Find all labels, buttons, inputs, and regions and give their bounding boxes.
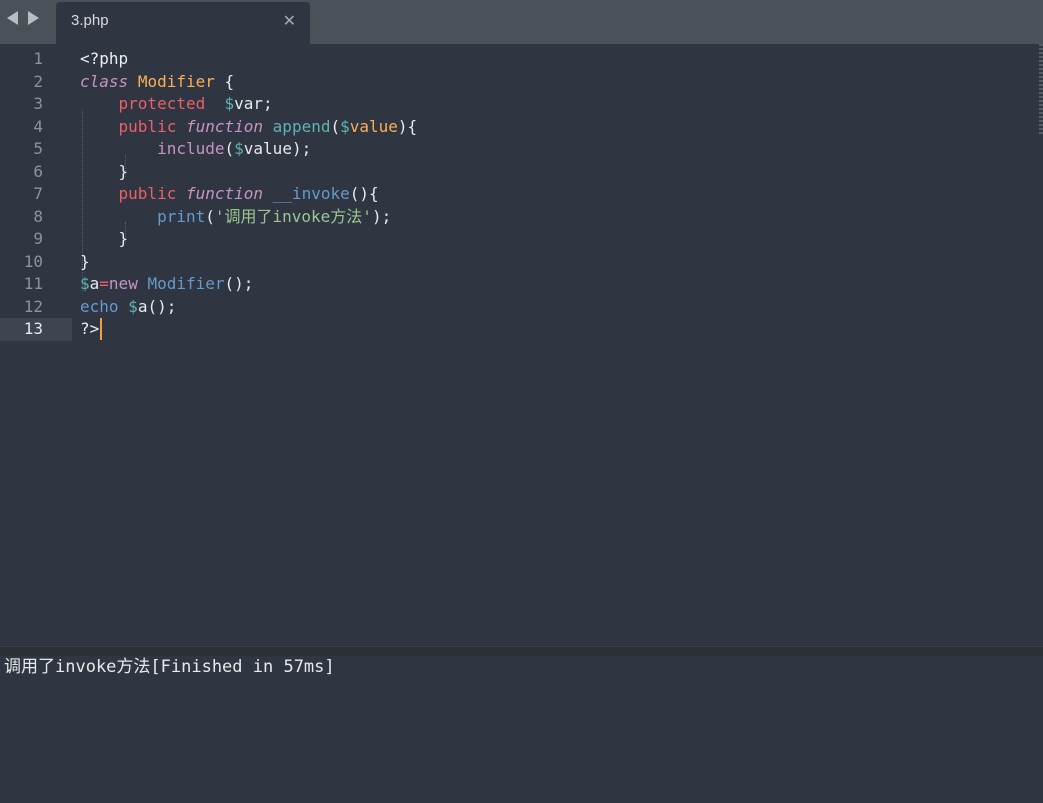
code-token: echo (80, 296, 119, 316)
line-number: 10 (23, 251, 43, 271)
code-token: } (80, 251, 90, 271)
code-token: append (272, 116, 331, 136)
code-token: ); (291, 139, 312, 158)
code-token: new (108, 274, 138, 293)
code-line[interactable]: <?php (80, 48, 1020, 71)
code-token: $ (80, 274, 90, 293)
code-token: = (99, 274, 109, 293)
line-number: 13 (0, 318, 72, 341)
line-number: 7 (33, 184, 43, 203)
line-number: 9 (33, 229, 43, 248)
line-number: 3 (33, 94, 43, 113)
code-line[interactable]: include($value); (80, 138, 1020, 161)
code-token: ; (263, 94, 273, 113)
line-number: 5 (33, 139, 43, 158)
code-token: $ (224, 94, 235, 113)
code-token: ( (330, 116, 341, 136)
code-token: value (349, 116, 398, 136)
code-token: print (157, 206, 206, 226)
build-output-panel: 调用了invoke方法[Finished in 57ms] (0, 656, 1043, 803)
code-line[interactable]: } (80, 251, 1020, 274)
code-token: Modifier (147, 274, 225, 293)
code-line[interactable]: protected $var; (80, 93, 1020, 116)
text-caret (100, 318, 103, 340)
code-line[interactable]: } (80, 228, 1020, 251)
code-token: ( (205, 206, 215, 226)
code-token: '调用了invoke方法' (214, 206, 372, 226)
code-token: ){ (397, 116, 418, 136)
panel-divider[interactable] (0, 646, 1043, 656)
line-number: 12 (23, 296, 43, 316)
code-token: ?> (80, 319, 100, 338)
back-arrow-icon[interactable] (7, 11, 18, 25)
code-token: <?php (80, 49, 129, 68)
code-token: } (80, 229, 129, 248)
code-token: $ (340, 116, 350, 136)
code-token: ); (371, 206, 392, 226)
code-token: Modifier (137, 71, 215, 91)
code-line[interactable]: print('调用了invoke方法'); (80, 206, 1020, 229)
code-token: value (243, 139, 292, 158)
code-line[interactable]: $a=new Modifier(); (80, 273, 1020, 296)
code-token: a (137, 296, 148, 316)
code-line[interactable]: echo $a(); (80, 296, 1020, 319)
code-token: a (89, 274, 100, 293)
code-token: (); (147, 296, 177, 316)
code-line[interactable]: public function __invoke(){ (80, 183, 1020, 206)
line-number: 4 (33, 116, 43, 136)
line-number: 6 (33, 161, 43, 181)
code-token: class (80, 71, 129, 91)
code-token: function (185, 184, 264, 203)
tab-3-php[interactable]: 3.php ✕ (56, 2, 310, 44)
forward-arrow-icon[interactable] (28, 11, 39, 25)
tab-title: 3.php (71, 12, 109, 29)
code-token: protected (118, 94, 206, 113)
code-line[interactable]: public function append($value){ (80, 116, 1020, 139)
tab-bar: 3.php ✕ (0, 0, 1043, 44)
code-token: public (118, 116, 177, 136)
code-token: (){ (349, 184, 379, 203)
code-area[interactable]: <?php class Modifier { protected $var; pu… (80, 48, 1020, 341)
build-output-text: 调用了invoke方法[Finished in 57ms] (4, 657, 335, 677)
code-token: function (185, 116, 264, 136)
minimap[interactable] (1039, 44, 1043, 136)
line-number-gutter: 1 2 3 4 5 6 7 8 9 10 11 12 13 (0, 48, 72, 341)
line-number: 1 (33, 49, 43, 68)
code-token: { (214, 71, 235, 91)
code-token: } (80, 161, 129, 181)
line-number: 11 (23, 274, 43, 293)
code-line[interactable]: ?> (80, 318, 1020, 341)
line-number: 2 (33, 71, 43, 91)
code-token: var (234, 94, 264, 113)
code-token: __invoke (272, 184, 350, 203)
code-line[interactable]: class Modifier { (80, 71, 1020, 94)
code-token: include (157, 139, 225, 158)
code-token: $ (128, 296, 138, 316)
code-line[interactable]: } (80, 161, 1020, 184)
code-token: ( (224, 139, 235, 158)
code-editor[interactable]: 1 2 3 4 5 6 7 8 9 10 11 12 13 <?php class Modifier { … (0, 44, 1043, 646)
line-number: 8 (33, 206, 43, 226)
code-token: (); (224, 274, 254, 293)
code-token: $ (234, 139, 244, 158)
code-token: public (118, 184, 177, 203)
close-icon[interactable]: ✕ (283, 11, 296, 30)
